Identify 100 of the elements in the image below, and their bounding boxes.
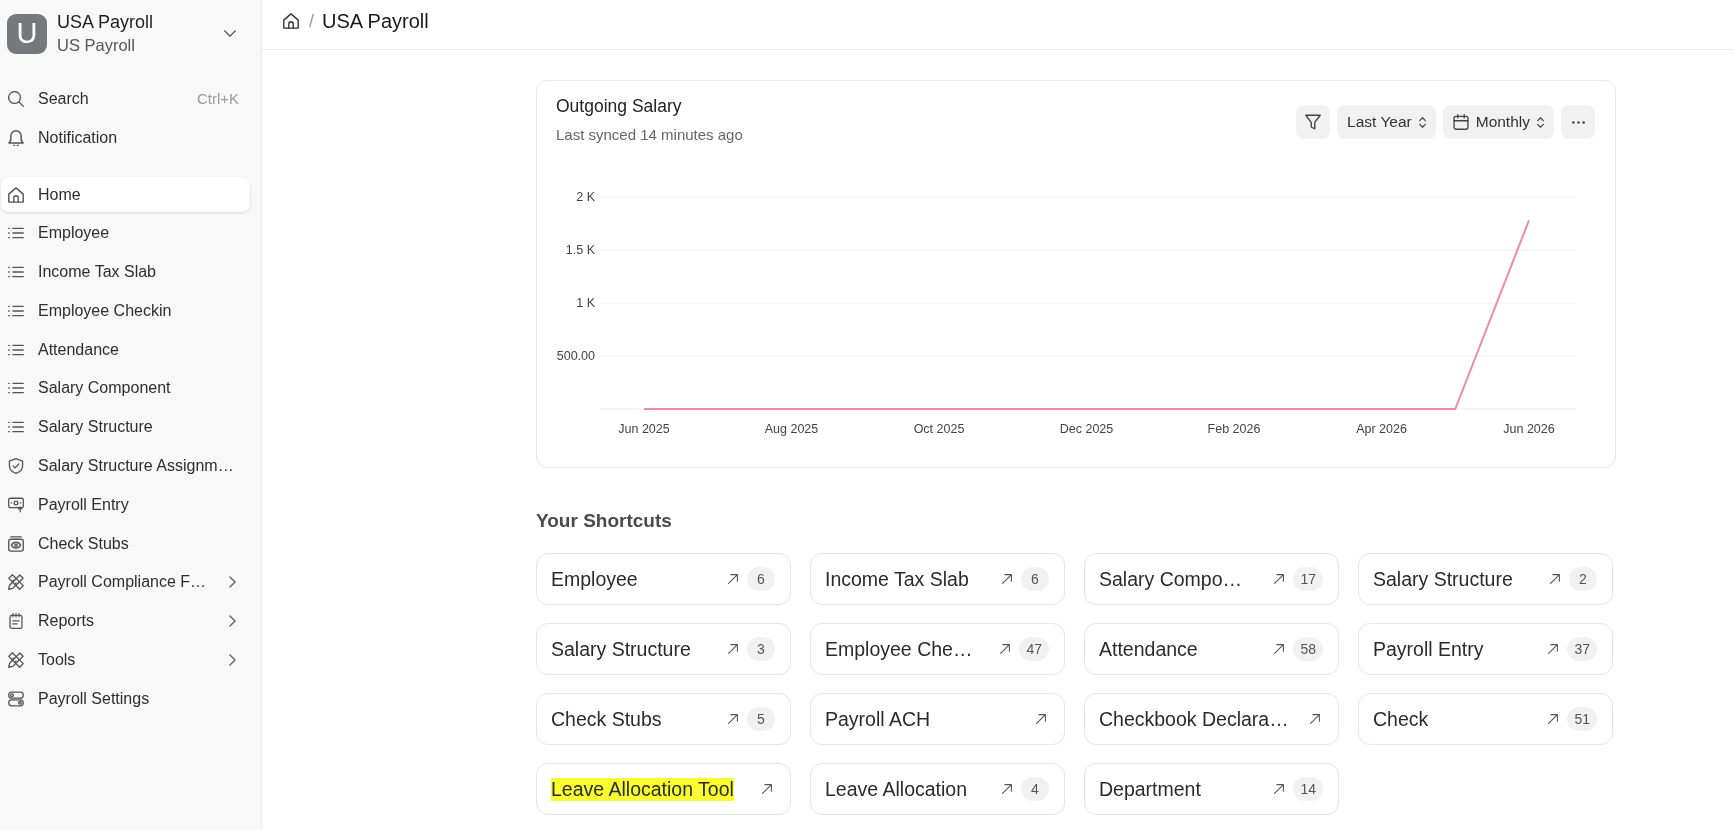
sidebar-item[interactable]: Salary Structure — [1, 409, 250, 445]
sidebar-item[interactable]: Home — [1, 177, 250, 212]
shortcut-card[interactable]: Checkbook Declara… — [1084, 693, 1339, 745]
list-icon — [8, 304, 24, 317]
sidebar-item[interactable]: Salary Component — [1, 371, 250, 406]
x-axis-label: Feb 2026 — [1207, 422, 1261, 436]
count-badge: 51 — [1567, 707, 1597, 731]
shortcut-card[interactable]: Attendance 58 — [1084, 623, 1339, 675]
chart-title: Outgoing Salary — [556, 96, 682, 117]
x-axis-label: Apr 2026 — [1356, 422, 1407, 436]
home-icon — [8, 186, 24, 203]
breadcrumb-separator: / — [309, 10, 314, 32]
pencil-ruler-icon — [8, 652, 24, 669]
arrow-up-right-icon — [1310, 714, 1320, 724]
sidebar-item[interactable]: Payroll Entry — [1, 487, 250, 523]
shortcut-hint: Ctrl+K — [196, 90, 239, 107]
count-badge: 5 — [747, 707, 775, 731]
home-icon[interactable] — [283, 13, 299, 29]
search-icon — [8, 90, 24, 107]
shortcut-card[interactable]: Check Stubs 5 — [536, 693, 791, 745]
shortcut-card[interactable]: Leave Allocation Tool — [536, 763, 791, 815]
count-badge: 17 — [1293, 567, 1323, 591]
list-icon — [8, 421, 24, 434]
pencil-ruler-icon — [8, 574, 24, 591]
workspace-subtitle: US Payroll — [57, 35, 135, 56]
arrow-up-right-icon — [1036, 714, 1046, 724]
shortcut-card[interactable]: Leave Allocation 4 — [810, 763, 1065, 815]
shortcut-card[interactable]: Income Tax Slab 6 — [810, 553, 1065, 605]
banknote-icon — [8, 496, 24, 513]
arrow-up-right-icon — [1548, 644, 1559, 654]
chevron-down-icon[interactable] — [224, 30, 236, 37]
arrow-up-right-icon — [1548, 714, 1559, 724]
shield-check-icon — [8, 458, 24, 475]
sidebar-item[interactable]: Attendance — [1, 332, 250, 368]
chevron-right-icon[interactable] — [229, 654, 236, 667]
workspace-title: USA Payroll — [57, 11, 154, 33]
sidebar-item[interactable]: Income Tax Slab — [1, 254, 250, 290]
count-badge: 4 — [1021, 777, 1049, 801]
shortcut-card[interactable]: Payroll ACH — [810, 693, 1065, 745]
arrow-up-right-icon — [1550, 574, 1560, 584]
sync-status: Last synced 14 minutes ago — [556, 126, 743, 144]
sidebar-item[interactable]: Check Stubs — [1, 526, 250, 562]
arrow-up-right-icon — [728, 574, 738, 584]
shortcut-card[interactable]: Department 14 — [1084, 763, 1339, 815]
sidebar-item[interactable]: Employee — [1, 215, 250, 251]
filter-button[interactable] — [1296, 105, 1331, 139]
workspace-logo: U — [7, 13, 47, 54]
bell-icon — [8, 129, 24, 146]
arrow-up-right-icon — [1274, 784, 1285, 794]
count-badge: 37 — [1567, 637, 1597, 661]
page-title: USA Payroll — [322, 9, 429, 33]
x-axis-label: Jun 2025 — [618, 422, 670, 436]
chevron-right-icon[interactable] — [229, 576, 236, 589]
sidebar-item[interactable]: Payroll Settings — [1, 681, 250, 717]
range-select[interactable]: Last Year — [1337, 105, 1436, 139]
count-badge: 14 — [1293, 777, 1323, 801]
chevron-right-icon[interactable] — [229, 615, 236, 628]
count-badge: 2 — [1569, 567, 1597, 591]
shortcut-card[interactable]: Employee 6 — [536, 553, 791, 605]
x-axis-label: Aug 2025 — [764, 422, 819, 436]
interval-select[interactable]: Monthly — [1442, 105, 1554, 139]
list-icon — [8, 266, 24, 279]
arrow-up-right-icon — [1002, 784, 1012, 794]
count-badge: 6 — [1021, 567, 1049, 591]
arrow-up-right-icon — [1274, 644, 1285, 654]
arrow-up-right-icon — [1274, 574, 1285, 584]
calendar-icon — [1452, 114, 1469, 130]
sidebar-item[interactable]: Reports — [1, 603, 250, 639]
y-axis-label: 2 K — [576, 190, 595, 204]
shortcut-card[interactable]: Payroll Entry 37 — [1358, 623, 1613, 675]
filter-icon — [1305, 114, 1322, 130]
y-axis-label: 500.00 — [556, 349, 595, 363]
shortcut-card[interactable]: Salary Compo… 17 — [1084, 553, 1339, 605]
sidebar-item[interactable]: Employee Checkin — [1, 293, 250, 329]
eye-box-icon — [8, 535, 24, 552]
count-badge: 47 — [1019, 637, 1049, 661]
sidebar-item[interactable]: Salary Structure Assignm… — [1, 448, 250, 484]
toggles-icon — [8, 690, 24, 707]
arrow-up-right-icon — [1000, 644, 1011, 654]
shortcut-card[interactable]: Employee Che… 47 — [810, 623, 1065, 675]
list-icon — [8, 343, 24, 356]
sort-arrows-icon — [1418, 116, 1426, 128]
arrow-up-right-icon — [1002, 574, 1012, 584]
shortcut-card[interactable]: Check 51 — [1358, 693, 1613, 745]
y-axis-label: 1.5 K — [565, 243, 595, 257]
count-badge: 6 — [747, 567, 775, 591]
list-icon — [8, 382, 24, 395]
count-badge: 3 — [747, 637, 775, 661]
shortcut-card[interactable]: Salary Structure 2 — [1358, 553, 1613, 605]
notification-item[interactable]: Notification — [1, 120, 250, 155]
search-item[interactable]: Search Ctrl+K — [1, 81, 250, 116]
sidebar-item[interactable]: Payroll Compliance F… — [1, 564, 250, 600]
x-axis-label: Oct 2025 — [913, 422, 965, 436]
section-title: Your Shortcuts — [536, 509, 672, 532]
count-badge: 58 — [1293, 637, 1323, 661]
sidebar-item[interactable]: Tools — [1, 642, 250, 678]
arrow-up-right-icon — [728, 644, 738, 654]
shortcut-card[interactable]: Salary Structure 3 — [536, 623, 791, 675]
arrow-up-right-icon — [728, 714, 738, 724]
arrow-up-right-icon — [762, 784, 772, 794]
